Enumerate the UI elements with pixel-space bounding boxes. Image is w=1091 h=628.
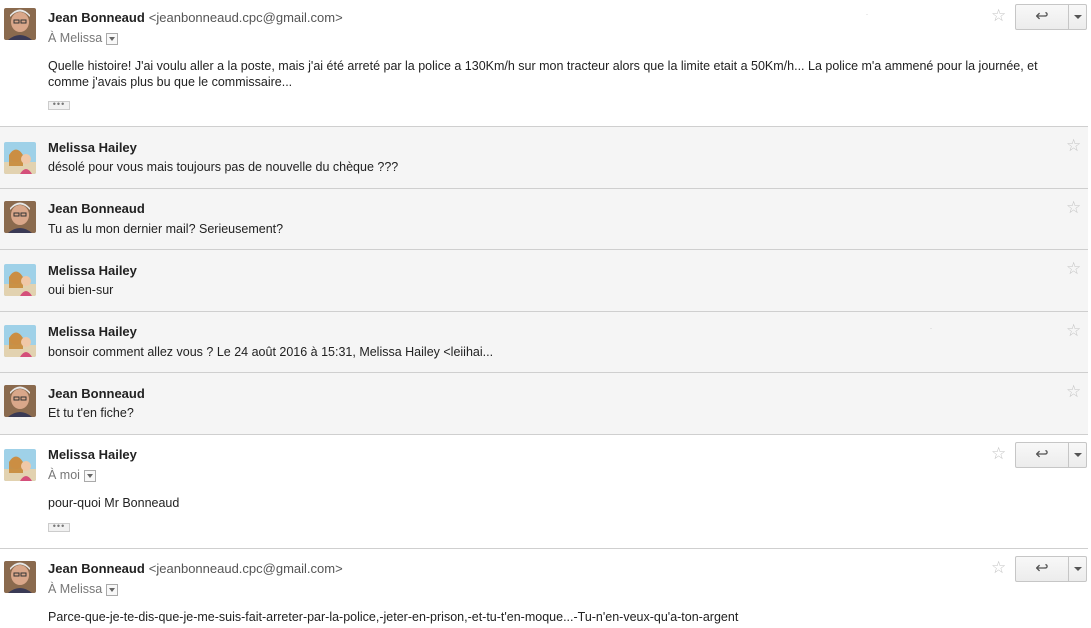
star-icon[interactable]: ☆ <box>991 6 1006 26</box>
decorative-dot: · <box>866 12 868 18</box>
recipient-line[interactable]: À Melissa <box>48 582 119 596</box>
star-icon[interactable]: ☆ <box>1066 382 1081 402</box>
message-snippet: oui bien-sur <box>48 283 114 297</box>
decorative-dot: · <box>930 326 932 332</box>
show-trimmed-content-button[interactable]: ••• <box>48 522 70 532</box>
sender-email: <jeanbonneaud.cpc@gmail.com> <box>148 561 343 576</box>
message-collapsed[interactable]: Melissa Hailey désolé pour vous mais tou… <box>0 127 1088 189</box>
message-expanded[interactable]: Melissa Hailey À moi pour-quoi Mr Bonnea… <box>0 435 1088 549</box>
reply-arrow-icon[interactable]: ↩ <box>1016 557 1069 581</box>
recipient-details-dropdown-icon[interactable] <box>106 583 119 596</box>
message-collapsed[interactable]: Melissa Hailey bonsoir comment allez vou… <box>0 312 1088 373</box>
recipient-line[interactable]: À moi <box>48 468 96 482</box>
recipient-label: À Melissa <box>48 582 103 596</box>
star-icon[interactable]: ☆ <box>991 444 1006 464</box>
star-icon[interactable]: ☆ <box>1066 259 1081 279</box>
message-snippet: désolé pour vous mais toujours pas de no… <box>48 160 399 174</box>
reply-arrow-icon[interactable]: ↩ <box>1016 443 1069 467</box>
message-body: Parce-que-je-te-dis-que-je-me-suis-fait-… <box>48 610 739 624</box>
avatar-melissa <box>4 449 36 481</box>
recipient-details-dropdown-icon[interactable] <box>106 32 119 45</box>
sender-name[interactable]: Melissa Hailey <box>48 263 137 278</box>
sender-name[interactable]: Jean Bonneaud <jeanbonneaud.cpc@gmail.com… <box>48 10 343 25</box>
sender-name[interactable]: Melissa Hailey <box>48 447 137 462</box>
message-collapsed[interactable]: Jean Bonneaud Et tu t'en fiche? ☆ <box>0 373 1088 435</box>
avatar-melissa <box>4 325 36 357</box>
message-body: Quelle histoire! J'ai voulu aller a la p… <box>48 59 1038 89</box>
message-snippet: Et tu t'en fiche? <box>48 406 134 420</box>
recipient-label: À Melissa <box>48 31 103 45</box>
avatar-melissa <box>4 264 36 296</box>
more-options-dropdown-icon[interactable] <box>1069 557 1086 581</box>
sender-name[interactable]: Jean Bonneaud <box>48 386 145 401</box>
star-icon[interactable]: ☆ <box>1066 136 1081 156</box>
more-options-dropdown-icon[interactable] <box>1069 443 1086 467</box>
sender-email: <jeanbonneaud.cpc@gmail.com> <box>148 10 343 25</box>
sender-label[interactable]: Jean Bonneaud <box>48 561 145 576</box>
message-collapsed[interactable]: Jean Bonneaud Tu as lu mon dernier mail?… <box>0 189 1088 250</box>
show-trimmed-content-button[interactable]: ••• <box>48 100 70 110</box>
reply-arrow-icon[interactable]: ↩ <box>1016 5 1069 29</box>
avatar-jean <box>4 561 36 593</box>
message-collapsed[interactable]: Melissa Hailey oui bien-sur ☆ <box>0 250 1088 312</box>
message-snippet: Tu as lu mon dernier mail? Serieusement? <box>48 222 284 236</box>
reply-button-group[interactable]: ↩ <box>1015 4 1087 30</box>
star-icon[interactable]: ☆ <box>1066 321 1081 341</box>
message-snippet: bonsoir comment allez vous ? Le 24 août … <box>48 345 494 359</box>
recipient-label: À moi <box>48 468 80 482</box>
sender-name[interactable]: Melissa Hailey <box>48 324 137 339</box>
star-icon[interactable]: ☆ <box>1066 198 1081 218</box>
avatar-jean <box>4 385 36 417</box>
recipient-line[interactable]: À Melissa <box>48 31 119 45</box>
sender-label[interactable]: Jean Bonneaud <box>48 10 145 25</box>
sender-name[interactable]: Melissa Hailey <box>48 140 137 155</box>
recipient-details-dropdown-icon[interactable] <box>83 469 96 482</box>
avatar-melissa <box>4 142 36 174</box>
sender-name[interactable]: Jean Bonneaud <box>48 201 145 216</box>
message-body: pour-quoi Mr Bonneaud <box>48 496 180 510</box>
avatar-jean <box>4 8 36 40</box>
reply-button-group[interactable]: ↩ <box>1015 556 1087 582</box>
message-expanded[interactable]: Jean Bonneaud <jeanbonneaud.cpc@gmail.com… <box>0 549 1088 628</box>
sender-name[interactable]: Jean Bonneaud <jeanbonneaud.cpc@gmail.com… <box>48 561 343 576</box>
message-expanded[interactable]: Jean Bonneaud <jeanbonneaud.cpc@gmail.com… <box>0 0 1088 127</box>
reply-button-group[interactable]: ↩ <box>1015 442 1087 468</box>
star-icon[interactable]: ☆ <box>991 558 1006 578</box>
more-options-dropdown-icon[interactable] <box>1069 5 1086 29</box>
avatar-jean <box>4 201 36 233</box>
